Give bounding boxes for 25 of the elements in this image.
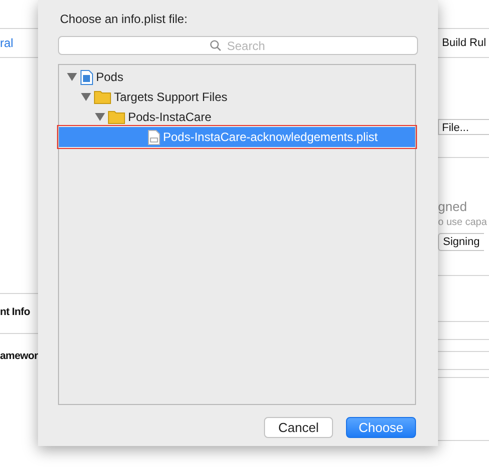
signing-status: gned xyxy=(438,199,467,214)
disclosure-triangle-icon[interactable] xyxy=(81,93,91,101)
sheet-title: Choose an info.plist file: xyxy=(60,12,188,26)
section-heading: amewor xyxy=(0,350,38,362)
file-field[interactable]: File... xyxy=(438,119,489,135)
tree-row[interactable]: Targets Support Files xyxy=(59,87,415,107)
tab-link[interactable]: ral xyxy=(0,36,14,50)
cancel-button[interactable]: Cancel xyxy=(264,417,333,438)
search-field[interactable]: Search xyxy=(58,36,418,55)
section-heading: nt Info xyxy=(0,306,30,318)
tree-row[interactable]: Pods xyxy=(59,67,415,87)
disclosure-triangle-icon[interactable] xyxy=(67,73,77,81)
tree-label: Pods-InstaCare xyxy=(128,110,212,124)
tab-label[interactable]: Build Rul xyxy=(438,37,486,49)
signing-button[interactable]: Signing xyxy=(438,233,484,251)
folder-icon xyxy=(108,110,125,124)
tree-row[interactable]: Pods-InstaCare xyxy=(59,107,415,127)
file-icon xyxy=(148,130,160,144)
disclosure-triangle-icon[interactable] xyxy=(95,113,105,121)
tree-label: Pods xyxy=(96,70,124,84)
project-icon xyxy=(80,70,93,84)
signing-note: o use capa xyxy=(438,216,487,228)
tree-label: Pods-InstaCare-acknowledgements.plist xyxy=(163,130,378,144)
tree-label: Targets Support Files xyxy=(114,90,228,104)
folder-icon xyxy=(94,90,111,104)
